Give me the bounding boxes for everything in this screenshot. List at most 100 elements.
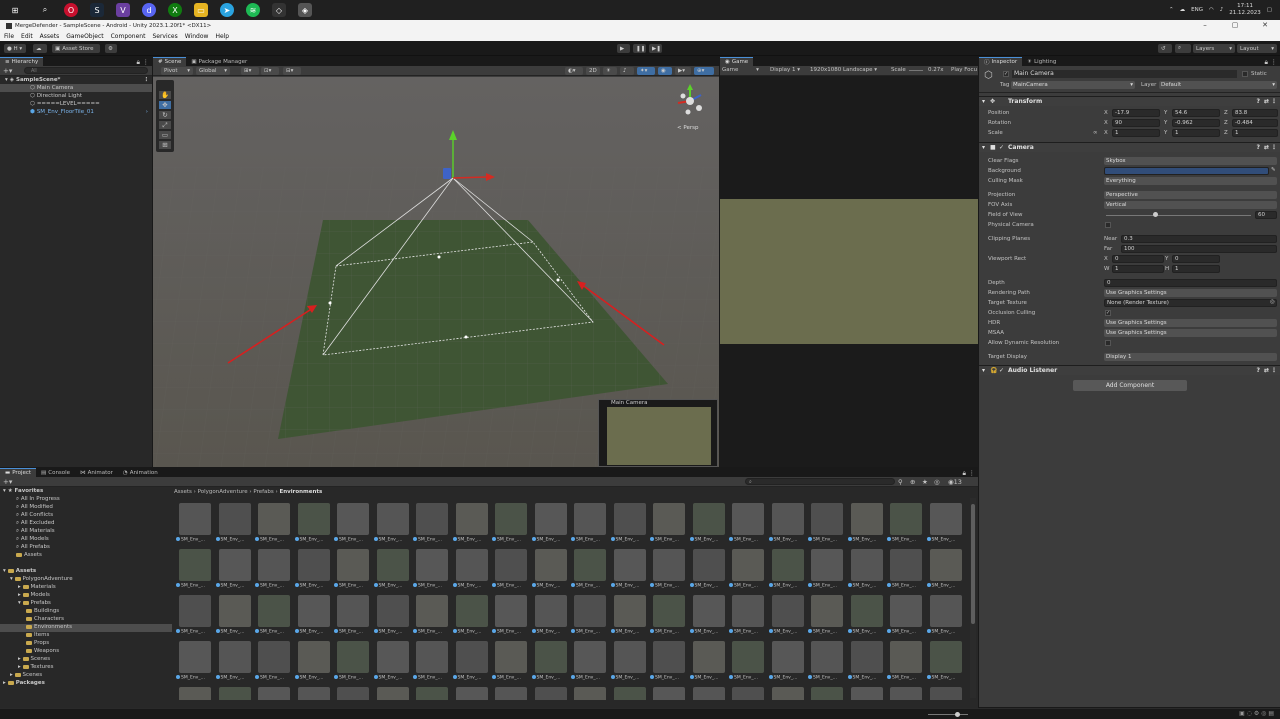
- menu-assets[interactable]: Assets: [40, 33, 60, 40]
- viewport-w-field[interactable]: 1: [1112, 265, 1164, 273]
- add-object-button[interactable]: +▾: [3, 67, 12, 75]
- windows-start-icon[interactable]: ⊞: [8, 3, 22, 17]
- asset-item[interactable]: SM_Env_...: [729, 592, 767, 638]
- scale-tool-icon[interactable]: ⤢: [159, 121, 171, 129]
- favorite-item[interactable]: ⌕ All Materials: [16, 528, 55, 536]
- camera-row-dropdown[interactable]: Perspective: [1104, 191, 1277, 199]
- game-view-render[interactable]: [720, 199, 978, 344]
- tab-animator[interactable]: ⋈ Animator: [75, 468, 118, 477]
- asset-item[interactable]: SM_Env_...: [295, 592, 333, 638]
- play-focused-dropdown[interactable]: Play Focu: [951, 67, 978, 73]
- asset-item[interactable]: SM_Env_...: [334, 546, 372, 592]
- asset-item[interactable]: SM_Env_...: [453, 592, 491, 638]
- object-name-field[interactable]: Main Camera: [1012, 70, 1237, 78]
- assets-header[interactable]: ▾ Assets: [3, 568, 36, 576]
- eyedropper-icon[interactable]: ✎: [1271, 167, 1276, 173]
- static-checkbox[interactable]: [1242, 71, 1248, 77]
- breadcrumb-item[interactable]: Assets: [174, 489, 192, 495]
- asset-item[interactable]: SM_Env_...: [611, 638, 649, 684]
- xbox-icon[interactable]: X: [168, 3, 182, 17]
- asset-item[interactable]: SM_Env_...: [571, 592, 609, 638]
- asset-item[interactable]: SM_Env_...: [769, 500, 807, 546]
- near-field[interactable]: 0.3: [1121, 235, 1277, 243]
- menu-gameobject[interactable]: GameObject: [66, 33, 103, 40]
- favorite-search-icon[interactable]: ★: [922, 478, 928, 486]
- breadcrumb-item[interactable]: Prefabs: [253, 489, 273, 495]
- asset-item[interactable]: SM_Env_...: [492, 592, 530, 638]
- asset-item[interactable]: SM_Env_...: [808, 684, 846, 700]
- position-x-field[interactable]: -17.9: [1112, 109, 1160, 117]
- layout-dropdown[interactable]: Layout ▾: [1237, 44, 1277, 53]
- favorite-item[interactable]: ⌕ All Prefabs: [16, 544, 50, 552]
- preset-icon[interactable]: ⇄: [1264, 367, 1269, 374]
- asset-item[interactable]: SM_Env_...: [255, 638, 293, 684]
- favorite-item[interactable]: Assets: [16, 552, 42, 560]
- favorite-item[interactable]: ⌕ All In Progress: [16, 496, 60, 504]
- asset-item[interactable]: SM_Env_...: [808, 638, 846, 684]
- asset-item[interactable]: SM_Env_...: [690, 638, 728, 684]
- persp-label[interactable]: < Persp: [677, 125, 698, 131]
- position-y-field[interactable]: 54.6: [1172, 109, 1220, 117]
- camera-row-dropdown[interactable]: Display 1: [1104, 353, 1277, 361]
- menu-edit[interactable]: Edit: [21, 33, 33, 40]
- more-icon[interactable]: ⋮: [1271, 58, 1278, 66]
- tab-inspector[interactable]: ⓘ Inspector: [979, 57, 1023, 66]
- favorite-item[interactable]: ⌕ All Excluded: [16, 520, 54, 528]
- slider-knob[interactable]: [955, 712, 960, 717]
- favorites-header[interactable]: ▾ ★ Favorites: [3, 488, 43, 496]
- tab-console[interactable]: ▤ Console: [36, 468, 75, 477]
- search-by-label-icon[interactable]: ⊕: [910, 478, 915, 486]
- asset-item[interactable]: SM_Env_...: [848, 546, 886, 592]
- breadcrumb-item[interactable]: PolygonAdventure: [198, 489, 248, 495]
- asset-item[interactable]: SM_Env_...: [334, 684, 372, 700]
- asset-item[interactable]: SM_Env_...: [532, 592, 570, 638]
- asset-item[interactable]: SM_Env_...: [176, 546, 214, 592]
- audio-listener-header[interactable]: ▾ 🎧︎ ✓ Audio Listener ? ⇄ ⋮: [979, 365, 1280, 375]
- asset-item[interactable]: SM_Env_...: [927, 684, 965, 700]
- more-icon[interactable]: ⋮: [144, 77, 150, 83]
- step-button[interactable]: ▶❚: [649, 44, 662, 53]
- unity-editor-icon[interactable]: ◈: [298, 3, 312, 17]
- asset-item[interactable]: SM_Env_...: [374, 500, 412, 546]
- asset-item[interactable]: SM_Env_...: [650, 638, 688, 684]
- transform-header[interactable]: ▾ ✥ Transform ? ⇄ ⋮: [979, 96, 1280, 106]
- camera-row-field[interactable]: 0: [1104, 279, 1277, 287]
- more-icon[interactable]: ⋮: [1271, 98, 1277, 105]
- folder-tree-item[interactable]: Weapons: [0, 648, 59, 656]
- asset-store-button[interactable]: ▣ Asset Store: [52, 44, 100, 53]
- rotation-z-field[interactable]: -0.484: [1232, 119, 1278, 127]
- position-z-field[interactable]: 83.8: [1232, 109, 1278, 117]
- cloud-icon[interactable]: ☁: [1180, 7, 1186, 13]
- close-icon[interactable]: ✕: [1250, 20, 1280, 31]
- asset-item[interactable]: SM_Env_...: [255, 500, 293, 546]
- asset-item[interactable]: SM_Env_...: [769, 684, 807, 700]
- wifi-icon[interactable]: ◠: [1209, 7, 1214, 13]
- asset-item[interactable]: SM_Env_...: [216, 684, 254, 700]
- asset-item[interactable]: SM_Env_...: [808, 546, 846, 592]
- asset-item[interactable]: SM_Env_...: [413, 500, 451, 546]
- asset-item[interactable]: SM_Env_...: [571, 546, 609, 592]
- asset-item[interactable]: SM_Env_...: [887, 500, 925, 546]
- tab-animation[interactable]: ◔ Animation: [118, 468, 163, 477]
- grid-visibility-button[interactable]: ⊟▾: [283, 67, 301, 75]
- asset-item[interactable]: SM_Env_...: [453, 546, 491, 592]
- discord-icon[interactable]: d: [142, 3, 156, 17]
- asset-item[interactable]: SM_Env_...: [374, 592, 412, 638]
- asset-item[interactable]: SM_Env_...: [650, 500, 688, 546]
- asset-item[interactable]: SM_Env_...: [176, 638, 214, 684]
- favorite-item[interactable]: ⌕ All Modified: [16, 504, 53, 512]
- audio-toggle-icon[interactable]: ♪: [620, 67, 634, 75]
- checkbox[interactable]: ✓: [1105, 310, 1111, 316]
- transform-tool-icon[interactable]: ⊞: [159, 141, 171, 149]
- folder-tree-item[interactable]: ▸ Scenes: [0, 656, 50, 664]
- camera-row-dropdown[interactable]: Use Graphics Settings: [1104, 329, 1277, 337]
- camera-row-dropdown[interactable]: Vertical: [1104, 201, 1277, 209]
- target-picker-icon[interactable]: ◎: [1270, 299, 1275, 305]
- asset-item[interactable]: SM_Env_...: [532, 500, 570, 546]
- asset-item[interactable]: SM_Env_...: [453, 638, 491, 684]
- play-button[interactable]: ▶: [617, 44, 630, 53]
- asset-item[interactable]: SM_Env_...: [927, 592, 965, 638]
- grid-snap-button[interactable]: ⊞▾: [241, 67, 259, 75]
- asset-item[interactable]: SM_Env_...: [492, 500, 530, 546]
- favorite-item[interactable]: ⌕ All Models: [16, 536, 49, 544]
